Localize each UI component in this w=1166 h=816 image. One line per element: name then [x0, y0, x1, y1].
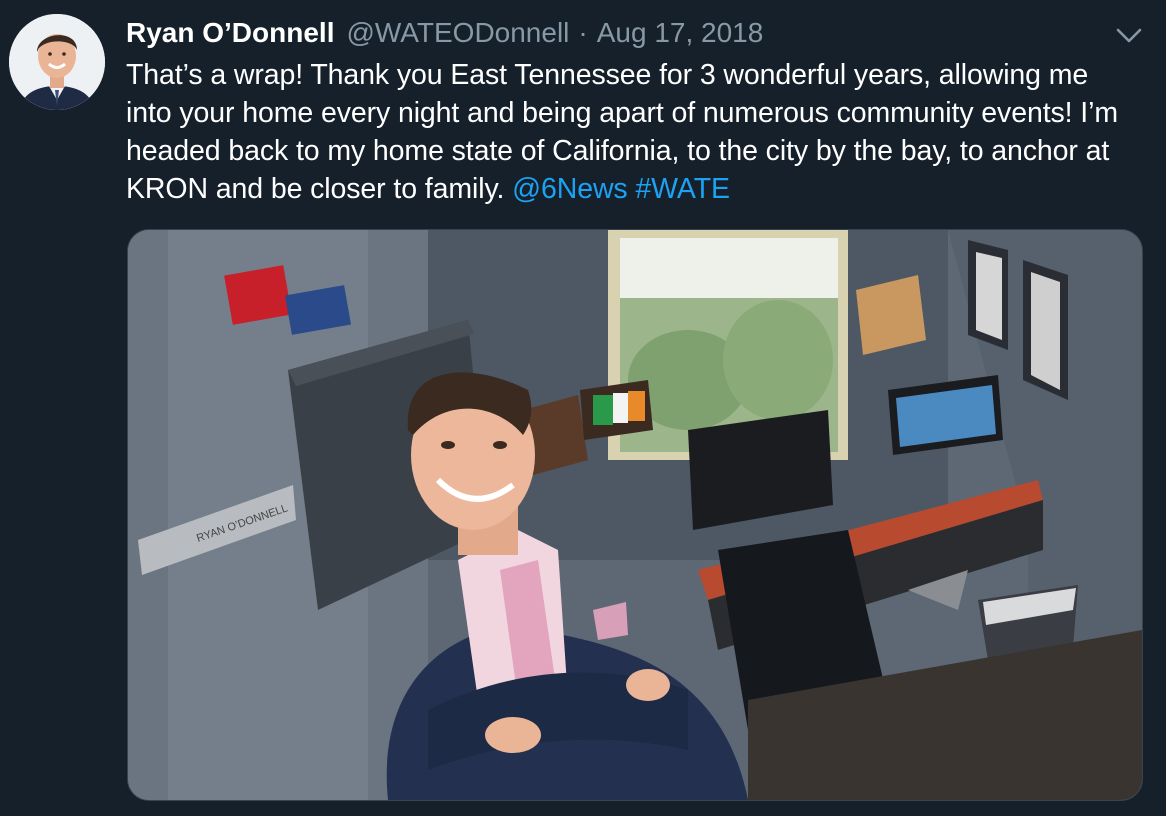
tweet-header: Ryan O’Donnell @WATEODonnell · Aug 17, 2…: [126, 16, 763, 50]
tweet-text: That’s a wrap! Thank you East Tennessee …: [126, 56, 1136, 208]
avatar[interactable]: [9, 14, 105, 110]
separator: ·: [578, 17, 588, 48]
display-name[interactable]: Ryan O’Donnell: [126, 16, 334, 50]
tweet-date[interactable]: Aug 17, 2018: [597, 16, 764, 50]
tweet-photo[interactable]: RYAN O’DONNELL: [127, 229, 1143, 801]
office-photo: RYAN O’DONNELL: [128, 230, 1142, 800]
chevron-down-icon[interactable]: [1114, 22, 1144, 48]
avatar-image: [9, 14, 105, 110]
tweet[interactable]: Ryan O’Donnell @WATEODonnell · Aug 17, 2…: [0, 0, 1166, 816]
hashtag-link[interactable]: #WATE: [635, 173, 730, 205]
user-handle[interactable]: @WATEODonnell: [346, 16, 569, 50]
mention-link[interactable]: @6News: [512, 173, 628, 205]
